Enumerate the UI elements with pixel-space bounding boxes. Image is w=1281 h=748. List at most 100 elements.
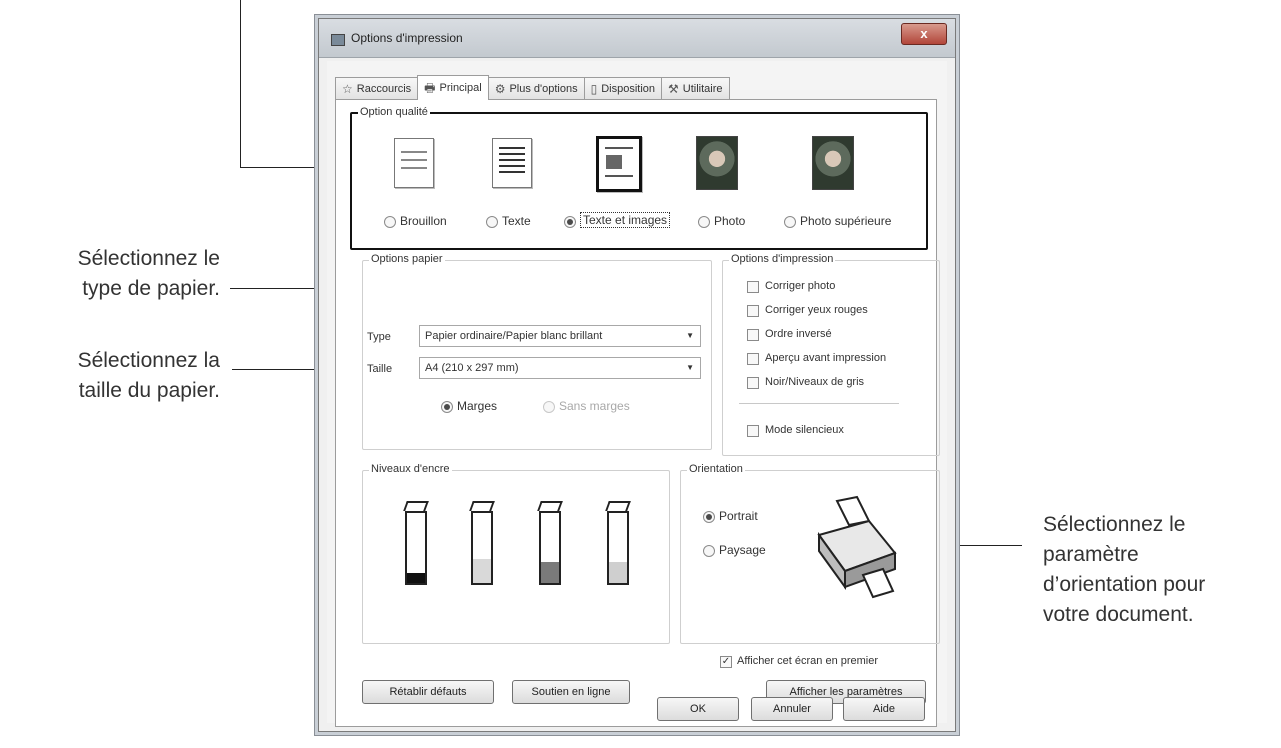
window-title: Options d'impression	[351, 31, 463, 45]
checkbox-quiet-mode[interactable]	[747, 425, 759, 437]
checkbox-preview[interactable]	[747, 353, 759, 365]
wrench-icon: ⚒	[668, 82, 679, 96]
checkbox-reverse-order[interactable]	[747, 329, 759, 341]
radio-text[interactable]	[486, 216, 498, 228]
print-options-divider	[739, 403, 899, 404]
checkbox-preview-label: Aperçu avant impression	[765, 352, 887, 364]
paper-size-value: A4 (210 x 297 mm)	[425, 362, 519, 374]
ok-button[interactable]: OK	[657, 697, 739, 721]
printer-icon: 🖶	[424, 81, 436, 95]
checkbox-show-first[interactable]: ✓	[720, 656, 732, 668]
restore-defaults-button[interactable]: Rétablir défauts	[362, 680, 494, 704]
ink-level-4	[609, 562, 627, 583]
radio-landscape[interactable]	[703, 545, 715, 557]
star-icon: ☆	[342, 82, 353, 96]
orientation-annotation-line1: Sélectionnez le	[1043, 513, 1186, 536]
radio-portrait[interactable]	[703, 511, 715, 523]
radio-photo[interactable]	[698, 216, 710, 228]
tab-disposition[interactable]: ▯ Disposition	[583, 77, 663, 100]
print-options-dialog: Options d'impression x ☆ Raccourcis 🖶 Prin…	[318, 18, 956, 732]
layout-icon: ▯	[590, 82, 598, 96]
paper-type-select[interactable]: Papier ordinaire/Papier blanc brillant ▼	[419, 325, 701, 347]
close-button[interactable]: x	[901, 23, 947, 45]
tab-raccourcis-label: Raccourcis	[356, 83, 412, 95]
tab-principal-label: Principal	[439, 82, 482, 94]
radio-borderless[interactable]	[543, 401, 555, 413]
radio-text-images-label: Texte et images	[580, 212, 671, 228]
cancel-button[interactable]: Annuler	[751, 697, 833, 721]
tab-utilitaire[interactable]: ⚒ Utilitaire	[661, 77, 730, 100]
checkbox-red-eye-label: Corriger yeux rouges	[765, 304, 868, 316]
orientation-group: Orientation Portrait Paysage	[680, 463, 940, 644]
ink-levels-group: Niveaux d'encre	[362, 463, 670, 644]
orientation-annotation-line3: d’orientation pour	[1043, 573, 1206, 596]
paper-size-annotation-line1: Sélectionnez la	[77, 349, 220, 372]
paper-size-annotation: Sélectionnez la taille du papier.	[40, 346, 220, 406]
ink-levels-legend: Niveaux d'encre	[369, 463, 452, 475]
paper-type-annotation-line2: type de papier.	[82, 277, 220, 300]
radio-text-images[interactable]	[564, 216, 576, 228]
ink-cartridge-3	[539, 511, 561, 585]
orientation-annotation-line2: paramètre	[1043, 543, 1139, 566]
radio-landscape-label: Paysage	[719, 543, 766, 557]
radio-margins-label: Marges	[457, 399, 498, 413]
tab-utilitaire-label: Utilitaire	[682, 83, 723, 95]
radio-photo-best[interactable]	[784, 216, 796, 228]
radio-text-label: Texte	[502, 214, 531, 228]
radio-borderless-label: Sans marges	[559, 399, 630, 413]
principal-panel: Option qualité Brouillon Texte Texte et …	[335, 99, 940, 727]
radio-portrait-label: Portrait	[719, 509, 758, 523]
printer-orientation-icon	[817, 495, 897, 599]
paper-size-label: Taille	[367, 363, 393, 375]
chevron-down-icon: ▼	[686, 331, 694, 340]
radio-photo-best-label: Photo supérieure	[800, 214, 892, 228]
paper-options-group: Options papier Type Papier ordinaire/Pap…	[362, 253, 712, 450]
tab-principal[interactable]: 🖶 Principal	[417, 75, 489, 100]
printer-app-icon	[331, 34, 345, 46]
ink-cartridge-4	[607, 511, 629, 585]
radio-photo-label: Photo	[714, 214, 746, 228]
tab-bar: ☆ Raccourcis 🖶 Principal ⚙ Plus d'options ▯…	[335, 75, 730, 100]
radio-draft[interactable]	[384, 216, 396, 228]
text-doc-icon	[492, 138, 532, 188]
paper-options-legend: Options papier	[369, 253, 445, 265]
tab-raccourcis[interactable]: ☆ Raccourcis	[335, 77, 419, 100]
photo-best-icon	[812, 136, 854, 190]
quality-callout-line-vertical	[240, 0, 241, 168]
print-options-group: Options d'impression Corriger photo Corr…	[722, 253, 940, 456]
online-support-button[interactable]: Soutien en ligne	[512, 680, 630, 704]
tab-plus-options[interactable]: ⚙ Plus d'options	[487, 77, 585, 100]
check-icon: ✓	[721, 656, 731, 667]
paper-type-label: Type	[367, 331, 391, 343]
checkbox-show-first-label: Afficher cet écran en premier	[737, 655, 879, 667]
draft-doc-icon	[394, 138, 434, 188]
paper-size-select[interactable]: A4 (210 x 297 mm) ▼	[419, 357, 701, 379]
text-images-doc-icon	[596, 136, 642, 192]
radio-draft-label: Brouillon	[400, 214, 447, 228]
checkbox-reverse-order-label: Ordre inversé	[765, 328, 832, 340]
gears-icon: ⚙	[494, 82, 506, 96]
checkbox-fix-photo-label: Corriger photo	[765, 280, 836, 292]
paper-type-annotation-line1: Sélectionnez le	[77, 247, 220, 270]
tab-disposition-label: Disposition	[601, 83, 656, 95]
chevron-down-icon: ▼	[686, 363, 694, 372]
paper-type-annotation: Sélectionnez le type de papier.	[40, 244, 220, 304]
title-bar[interactable]: Options d'impression x	[319, 19, 955, 58]
paper-type-value: Papier ordinaire/Papier blanc brillant	[425, 330, 603, 342]
dialog-body: ☆ Raccourcis 🖶 Principal ⚙ Plus d'options ▯…	[327, 61, 947, 727]
ink-cartridge-black	[405, 511, 427, 585]
paper-size-annotation-line2: taille du papier.	[78, 379, 220, 402]
photo-icon	[696, 136, 738, 190]
checkbox-red-eye[interactable]	[747, 305, 759, 317]
checkbox-fix-photo[interactable]	[747, 281, 759, 293]
checkbox-grayscale[interactable]	[747, 377, 759, 389]
orientation-legend: Orientation	[687, 463, 745, 475]
quality-group: Option qualité Brouillon Texte Texte et …	[350, 106, 928, 250]
ink-cartridge-2	[471, 511, 493, 585]
orientation-annotation-line4: votre document.	[1043, 603, 1194, 626]
radio-margins[interactable]	[441, 401, 453, 413]
checkbox-grayscale-label: Noir/Niveaux de gris	[765, 376, 865, 388]
help-button[interactable]: Aide	[843, 697, 925, 721]
ink-level-black	[407, 572, 425, 583]
ink-level-2	[473, 558, 491, 583]
